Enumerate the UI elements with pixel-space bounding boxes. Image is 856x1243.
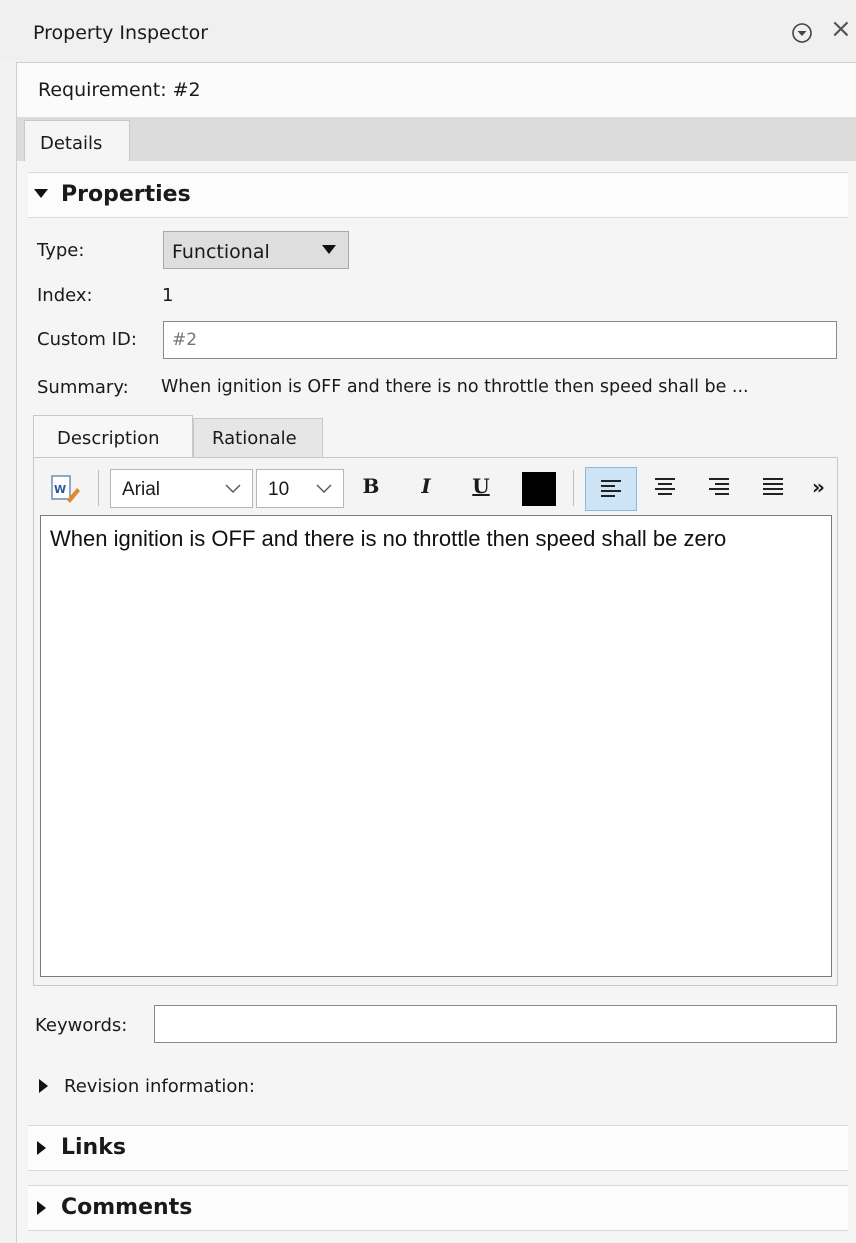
expand-triangle-icon[interactable]: [37, 1201, 46, 1215]
type-label: Type:: [37, 240, 85, 261]
align-left-icon: [601, 480, 621, 498]
font-family-value: Arial: [122, 479, 161, 500]
tab-rationale-label: Rationale: [212, 428, 297, 449]
custom-id-input[interactable]: [163, 321, 837, 359]
close-icon[interactable]: ×: [830, 16, 852, 42]
chevron-down-icon: [316, 484, 332, 493]
expand-triangle-icon[interactable]: [37, 1141, 46, 1155]
chevron-circle-down-icon[interactable]: [791, 22, 813, 44]
panel-title: Property Inspector: [33, 22, 209, 44]
tab-strip: [16, 117, 856, 161]
comments-section-title: Comments: [61, 1195, 193, 1220]
type-dropdown-value: Functional: [172, 241, 270, 263]
keywords-input[interactable]: [154, 1005, 837, 1043]
dropdown-arrow-icon: [322, 245, 336, 254]
toolbar-separator: [573, 470, 574, 506]
align-right-icon[interactable]: [709, 478, 729, 496]
word-document-icon[interactable]: W: [49, 474, 81, 504]
index-label: Index:: [37, 285, 93, 306]
svg-text:W: W: [54, 483, 66, 496]
more-options-button[interactable]: »: [812, 475, 825, 499]
font-size-value: 10: [268, 479, 290, 500]
text-color-button[interactable]: [522, 472, 556, 506]
summary-value: When ignition is OFF and there is no thr…: [161, 377, 749, 397]
links-section-header[interactable]: [28, 1125, 848, 1171]
expand-triangle-icon[interactable]: [39, 1079, 48, 1093]
keywords-label: Keywords:: [35, 1015, 128, 1036]
bold-button[interactable]: B: [358, 474, 384, 498]
description-text[interactable]: When ignition is OFF and there is no thr…: [50, 525, 810, 553]
summary-label: Summary:: [37, 377, 129, 398]
properties-section-title: Properties: [61, 182, 191, 207]
requirement-title: Requirement: #2: [38, 79, 201, 101]
index-value: 1: [162, 285, 174, 306]
italic-button[interactable]: I: [413, 474, 439, 498]
description-editor[interactable]: [40, 515, 832, 977]
align-justify-icon[interactable]: [763, 478, 783, 496]
chevron-down-icon: [225, 484, 241, 493]
links-section-title: Links: [61, 1135, 126, 1160]
custom-id-label: Custom ID:: [37, 329, 137, 350]
expand-triangle-icon[interactable]: [34, 189, 48, 198]
tab-description-label: Description: [57, 428, 160, 449]
tab-details-label: Details: [40, 133, 103, 154]
toolbar-separator: [98, 470, 99, 506]
revision-info-label[interactable]: Revision information:: [64, 1076, 255, 1097]
underline-button[interactable]: U: [468, 474, 494, 498]
align-center-icon[interactable]: [655, 478, 675, 496]
